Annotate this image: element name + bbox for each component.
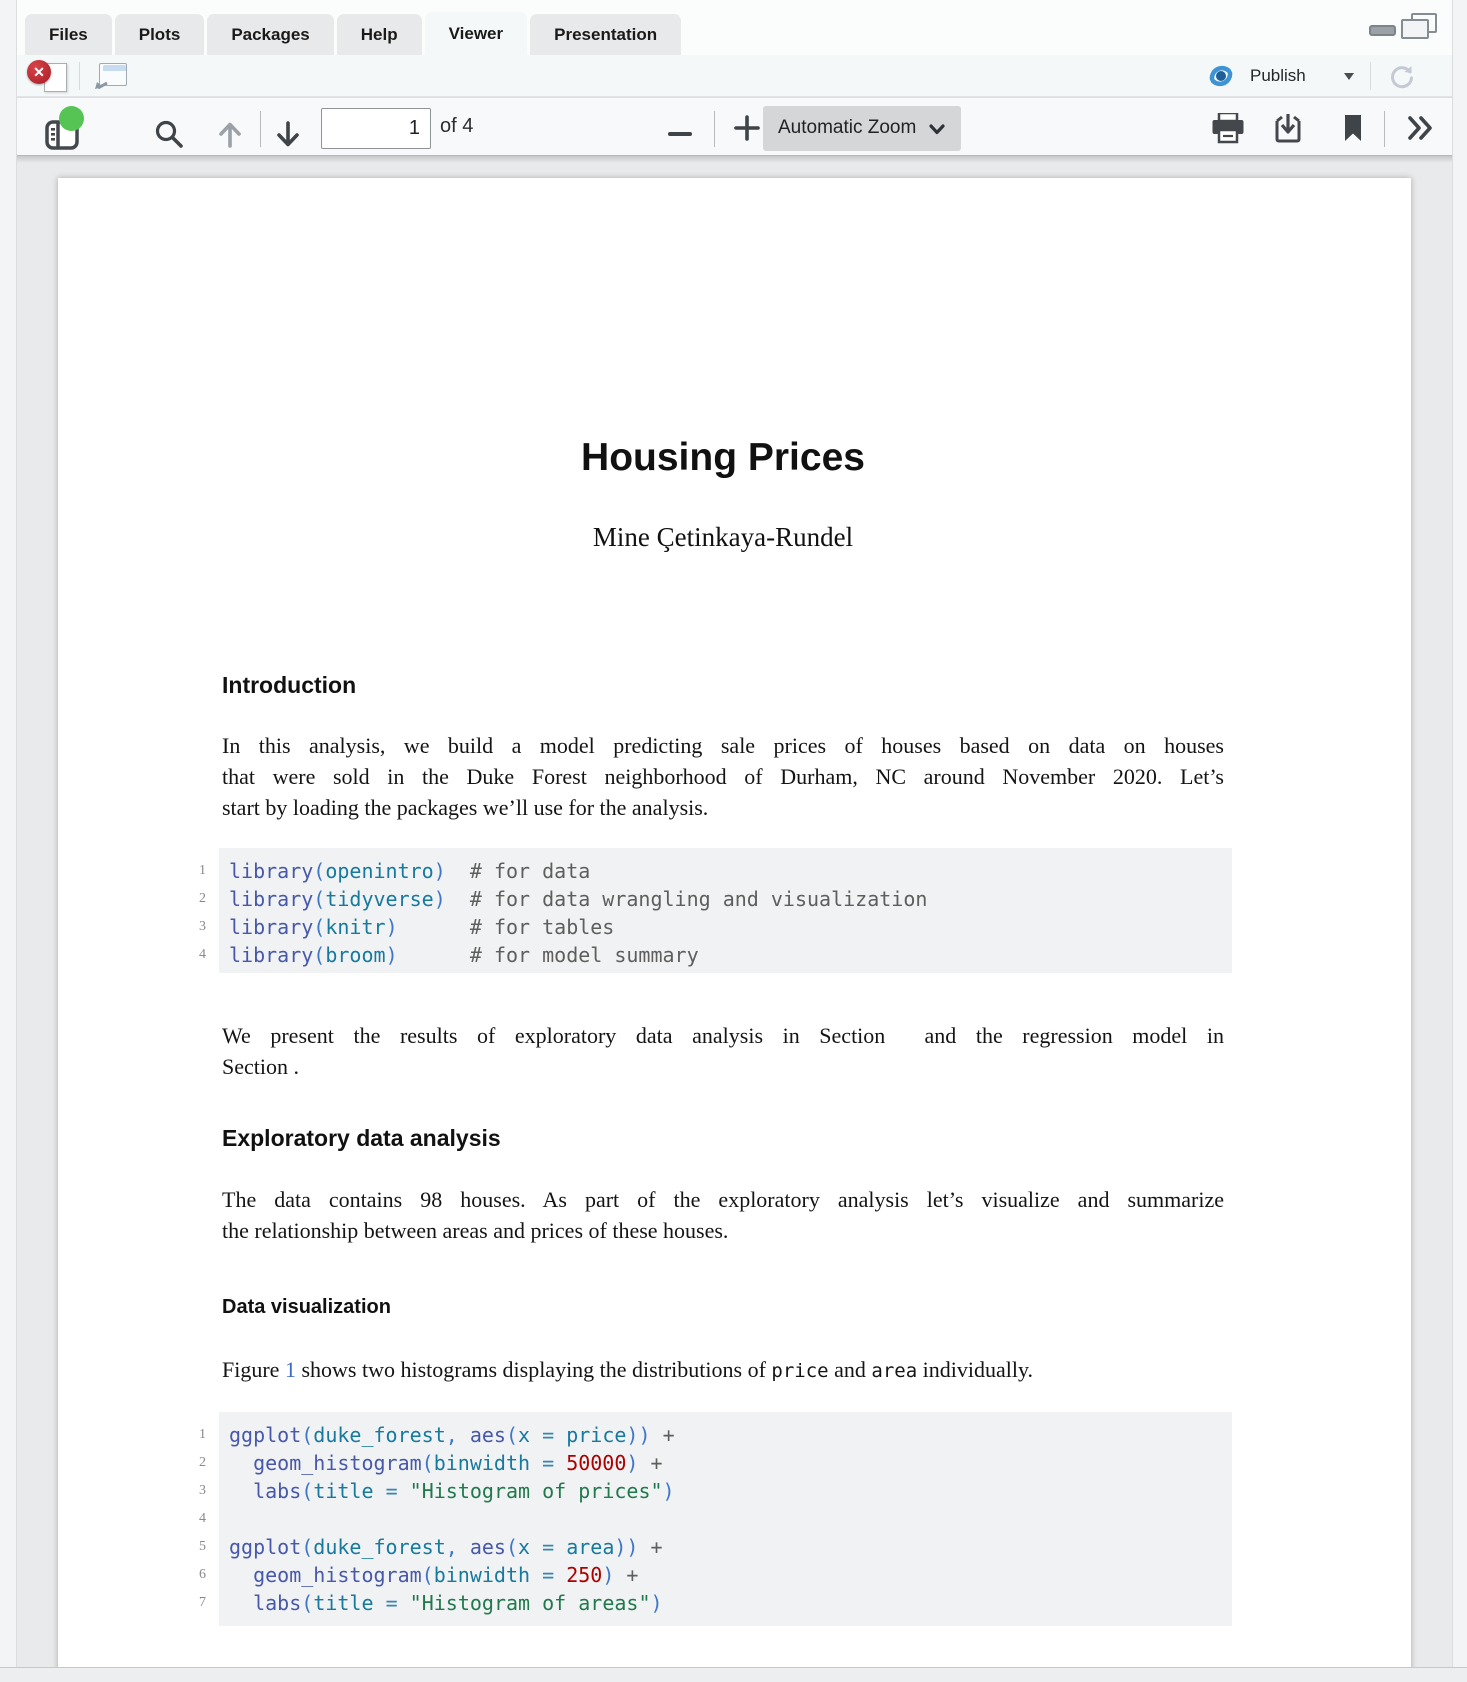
document-author: Mine Çetinkaya-Rundel [222,522,1224,553]
code-line-number: 6 [166,1561,206,1589]
code-line: 2library(tidyverse) # for data wrangling… [219,885,1232,913]
zoom-select-value: Automatic Zoom [778,117,916,139]
code-line: 4library(broom) # for model summary [219,941,1232,969]
tab-viewer[interactable]: Viewer [425,12,528,55]
subsection-heading-dataviz: Data visualization [222,1296,1224,1319]
paragraph: The data contains 98 houses. As part of … [222,1184,1224,1246]
pane-tab-bar: Files Plots Packages Help Viewer Presentation [17,12,1452,55]
text-run: start by loading the packages we’ll use … [222,795,708,820]
text-run: Section . [222,1054,299,1079]
code-line-number: 3 [166,913,206,941]
section-heading-eda: Exploratory data analysis [222,1125,1224,1152]
minimize-pane-icon[interactable] [1369,25,1396,36]
text-run: We present the results of exploratory da… [222,1023,1224,1048]
tab-label: Viewer [449,24,504,44]
code-line-number: 4 [166,1505,206,1533]
tab-files[interactable]: Files [25,14,112,55]
page-count-label: of 4 [440,115,473,138]
bookmark-icon[interactable] [1343,114,1363,142]
code-line-number: 4 [166,941,206,969]
code-line: 3library(knitr) # for tables [219,913,1232,941]
paragraph: In this analysis, we build a model predi… [222,730,1224,823]
code-line-number: 1 [166,857,206,885]
pdf-toolbar: of 4 Automatic Zoom [17,97,1452,156]
inline-code: price [771,1360,828,1382]
document-title: Housing Prices [222,436,1224,480]
previous-page-icon[interactable] [217,119,243,150]
tab-label: Packages [231,25,309,45]
toolbar-separator [79,62,80,90]
close-viewer-button[interactable]: ✕ [27,60,67,93]
code-line: 2 geom_histogram(binwidth = 50000) + [219,1449,1232,1477]
code-line-number: 1 [166,1421,206,1449]
tab-label: Presentation [554,25,657,45]
toolbar-separator [714,111,715,147]
refresh-icon[interactable] [1388,62,1416,90]
tab-help[interactable]: Help [337,14,422,55]
rstudio-window: Files Plots Packages Help Viewer Presentation… [0,0,1467,1682]
toolbar-separator [260,111,261,147]
code-line-number: 3 [166,1477,206,1505]
paragraph: We present the results of exploratory da… [222,1020,1224,1082]
tab-label: Plots [139,25,181,45]
zoom-in-icon[interactable] [734,115,760,141]
tab-label: Help [361,25,398,45]
print-icon[interactable] [1211,113,1245,144]
text-run: Figure [222,1357,285,1382]
viewer-toolbar: ✕ Publish [17,55,1452,97]
code-line: 7 labs(title = "Histogram of areas") [219,1589,1232,1617]
code-line-number: 7 [166,1589,206,1617]
section-heading-introduction: Introduction [222,672,1224,699]
publish-button[interactable]: Publish [1250,66,1306,86]
figure-reference-link[interactable]: 1 [285,1357,296,1382]
zoom-out-icon[interactable] [668,132,692,136]
code-line-number: 5 [166,1533,206,1561]
code-line: 1library(openintro) # for data [219,857,1232,885]
next-page-icon[interactable] [275,119,301,150]
download-icon[interactable] [1273,112,1303,144]
code-block-libraries: 1library(openintro) # for data2library(t… [219,848,1232,973]
text-run: that were sold in the Duke Forest neighb… [222,764,1224,789]
popout-arrow-icon [93,69,111,89]
toolbar-separator [1370,62,1371,90]
tab-presentation[interactable]: Presentation [530,14,681,55]
publish-dropdown-caret[interactable] [1344,73,1354,80]
toolbar-separator [1384,111,1385,147]
text-run: The data contains 98 houses. As part of … [222,1187,1224,1212]
pdf-viewer-area[interactable]: Housing Prices Mine Çetinkaya-Rundel Int… [17,156,1452,1667]
code-line: 6 geom_histogram(binwidth = 250) + [219,1561,1232,1589]
code-block-histograms: 1ggplot(duke_forest, aes(x = price)) +2 … [219,1412,1232,1626]
tab-packages[interactable]: Packages [207,14,333,55]
zoom-select[interactable]: Automatic Zoom [763,106,961,151]
text-run: the relationship between areas and price… [222,1218,728,1243]
pop-out-window-button[interactable] [93,63,127,89]
viewer-pane: Files Plots Packages Help Viewer Presentation… [16,0,1453,1667]
code-line: 5ggplot(duke_forest, aes(x = area)) + [219,1533,1232,1561]
code-line: 3 labs(title = "Histogram of prices") [219,1477,1232,1505]
window-bottom-edge [0,1667,1467,1682]
status-green-dot [59,106,84,131]
tab-plots[interactable]: Plots [115,14,205,55]
pdf-page: Housing Prices Mine Çetinkaya-Rundel Int… [58,178,1411,1667]
text-run: In this analysis, we build a model predi… [222,733,1224,758]
text-run: individually. [917,1357,1033,1382]
code-line: 4 [219,1505,1232,1533]
text-run: shows two histograms displaying the dist… [296,1357,771,1382]
inline-code: area [871,1360,917,1382]
paragraph: Figure 1 shows two histograms displaying… [222,1354,1224,1387]
maximize-pane-icon[interactable] [1401,13,1437,39]
page-number-input[interactable] [321,108,431,149]
code-line-number: 2 [166,1449,206,1477]
publish-group: Publish [1192,55,1452,97]
code-line: 1ggplot(duke_forest, aes(x = price)) + [219,1421,1232,1449]
chevron-down-icon [929,124,945,135]
text-run: and [829,1357,872,1382]
more-tools-icon[interactable] [1406,115,1436,141]
tab-label: Files [49,25,88,45]
code-line-number: 2 [166,885,206,913]
close-icon: ✕ [27,60,51,84]
maximize-front-square [1401,19,1429,39]
publish-icon [1208,63,1234,89]
search-icon[interactable] [154,119,184,150]
